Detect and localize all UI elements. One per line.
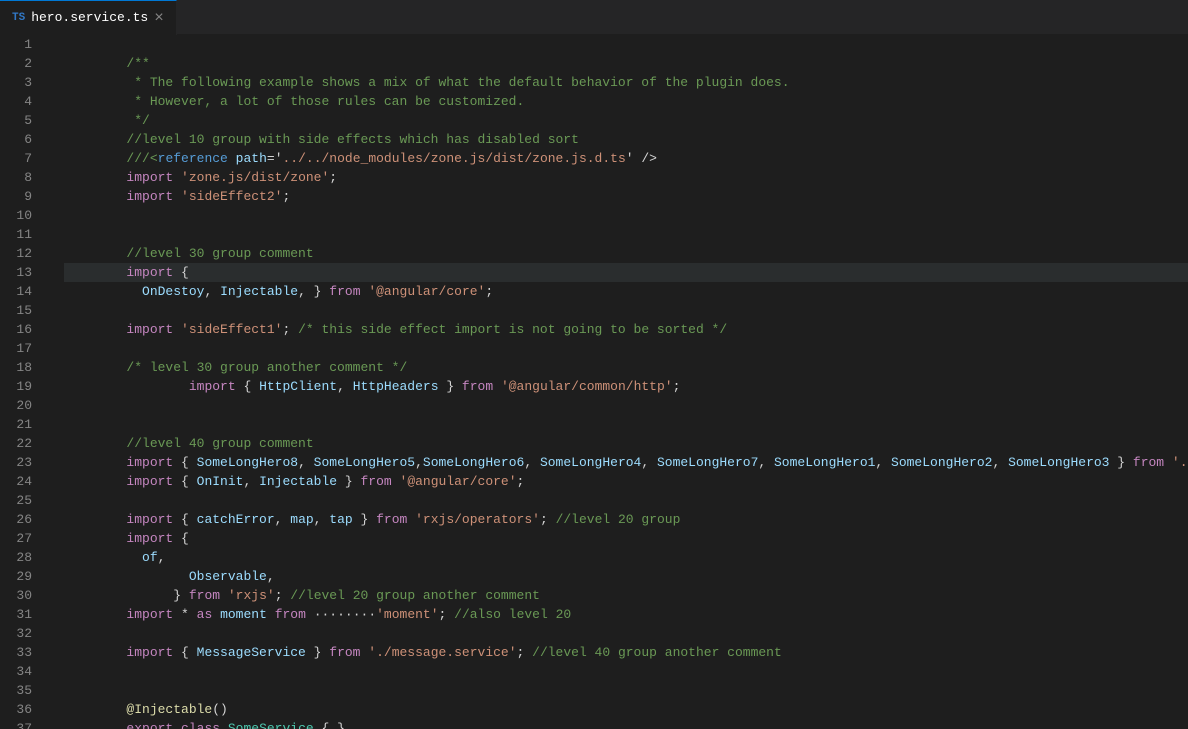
close-icon[interactable]: × bbox=[154, 10, 164, 26]
code-line-28: Observable, bbox=[64, 548, 1188, 567]
code-line-25: import { catchError, map, tap } from 'rx… bbox=[64, 491, 1188, 510]
code-line-20 bbox=[64, 396, 1188, 415]
code-line-11: //level 30 group comment bbox=[64, 225, 1188, 244]
line-num-9: 9 bbox=[0, 187, 32, 206]
line-num-15: 15 bbox=[0, 301, 32, 320]
typescript-icon: TS bbox=[12, 12, 25, 24]
line-num-5: 5 bbox=[0, 111, 32, 130]
editor-window: TS hero.service.ts × 1 2 3 4 5 6 7 8 9 1… bbox=[0, 0, 1188, 729]
line-num-16: 16 bbox=[0, 320, 32, 339]
line-num-31: 31 bbox=[0, 605, 32, 624]
line-num-25: 25 bbox=[0, 491, 32, 510]
line-num-14: 14 bbox=[0, 282, 32, 301]
code-line-36: export class SomeService { } bbox=[64, 700, 1188, 719]
code-line-1: /** bbox=[64, 35, 1188, 54]
line-num-20: 20 bbox=[0, 396, 32, 415]
line-num-36: 36 bbox=[0, 700, 32, 719]
line-num-8: 8 bbox=[0, 168, 32, 187]
code-line-10 bbox=[64, 206, 1188, 225]
line-num-32: 32 bbox=[0, 624, 32, 643]
code-area[interactable]: /** * The following example shows a mix … bbox=[48, 35, 1188, 729]
line-num-12: 12 bbox=[0, 244, 32, 263]
line-num-11: 11 bbox=[0, 225, 32, 244]
line-num-30: 30 bbox=[0, 586, 32, 605]
line-num-17: 17 bbox=[0, 339, 32, 358]
line-num-26: 26 bbox=[0, 510, 32, 529]
code-line-21: //level 40 group comment bbox=[64, 415, 1188, 434]
line-num-18: 18 bbox=[0, 358, 32, 377]
line-num-3: 3 bbox=[0, 73, 32, 92]
line-num-28: 28 bbox=[0, 548, 32, 567]
line-num-19: 19 bbox=[0, 377, 32, 396]
editor-container: 1 2 3 4 5 6 7 8 9 10 11 12 13 14 15 16 1… bbox=[0, 35, 1188, 729]
line-num-21: 21 bbox=[0, 415, 32, 434]
line-num-1: 1 bbox=[0, 35, 32, 54]
line-num-22: 22 bbox=[0, 434, 32, 453]
line-numbers: 1 2 3 4 5 6 7 8 9 10 11 12 13 14 15 16 1… bbox=[0, 35, 48, 729]
code-line-15: import 'sideEffect1'; /* this side effec… bbox=[64, 301, 1188, 320]
line-num-6: 6 bbox=[0, 130, 32, 149]
line-num-34: 34 bbox=[0, 662, 32, 681]
tab-bar: TS hero.service.ts × bbox=[0, 0, 1188, 35]
line-num-10: 10 bbox=[0, 206, 32, 225]
code-line-13: OnDestoy, Injectable, } from '@angular/c… bbox=[64, 263, 1188, 282]
code-line-27: of, bbox=[64, 529, 1188, 548]
code-line-32: import { MessageService } from './messag… bbox=[64, 624, 1188, 643]
code-line-34 bbox=[64, 662, 1188, 681]
line-num-33: 33 bbox=[0, 643, 32, 662]
code-line-35: @Injectable() bbox=[64, 681, 1188, 700]
code-line-2: * The following example shows a mix of w… bbox=[64, 54, 1188, 73]
line-num-23: 23 bbox=[0, 453, 32, 472]
line-num-24: 24 bbox=[0, 472, 32, 491]
line-num-37: 37 bbox=[0, 719, 32, 729]
line-num-4: 4 bbox=[0, 92, 32, 111]
line-num-2: 2 bbox=[0, 54, 32, 73]
line-num-13: 13 bbox=[0, 263, 32, 282]
tab-label: hero.service.ts bbox=[31, 10, 148, 25]
line-num-35: 35 bbox=[0, 681, 32, 700]
line-num-27: 27 bbox=[0, 529, 32, 548]
line-num-7: 7 bbox=[0, 149, 32, 168]
code-line-17: /* level 30 group another comment */ bbox=[64, 339, 1188, 358]
line-num-29: 29 bbox=[0, 567, 32, 586]
tab-hero-service[interactable]: TS hero.service.ts × bbox=[0, 0, 177, 35]
code-line-5: //level 10 group with side effects which… bbox=[64, 111, 1188, 130]
